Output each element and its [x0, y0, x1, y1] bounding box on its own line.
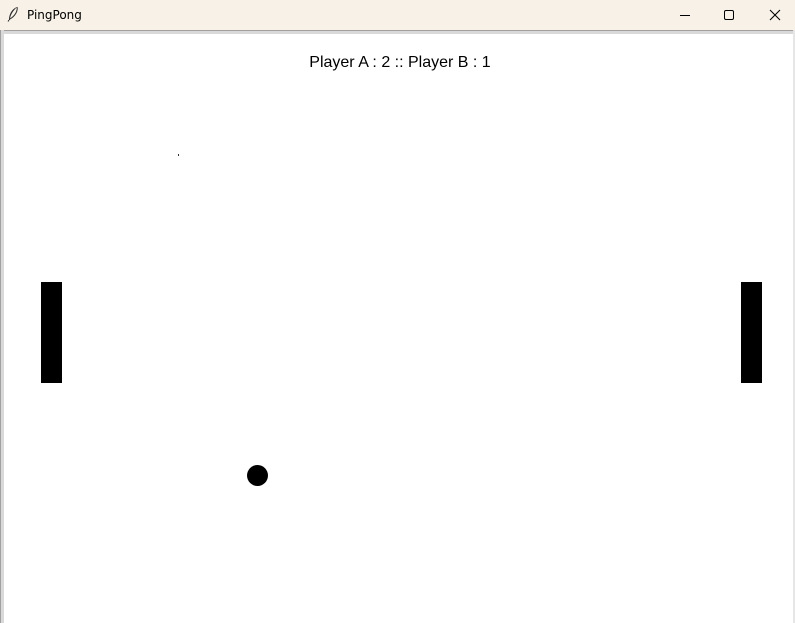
title-bar[interactable]: PingPong: [0, 0, 795, 30]
maximize-button[interactable]: [706, 0, 752, 30]
app-window: PingPong Player A: 2:: Player B: 1: [0, 0, 795, 623]
window-title: PingPong: [27, 8, 82, 22]
maximize-icon: [723, 6, 735, 25]
paddle-player-a: [41, 282, 62, 383]
ball: [247, 465, 268, 486]
scoreboard: Player A : 2 :: Player B : 1: [309, 54, 491, 71]
canvas-speck: [178, 154, 179, 156]
close-icon: [769, 6, 781, 25]
close-button[interactable]: [752, 0, 795, 30]
paddle-player-b: [741, 282, 762, 383]
game-canvas[interactable]: Player A : 2 :: Player B : 1: [4, 34, 793, 623]
minimize-icon: [679, 6, 691, 25]
minimize-button[interactable]: [662, 0, 708, 30]
feather-icon: [6, 6, 20, 22]
